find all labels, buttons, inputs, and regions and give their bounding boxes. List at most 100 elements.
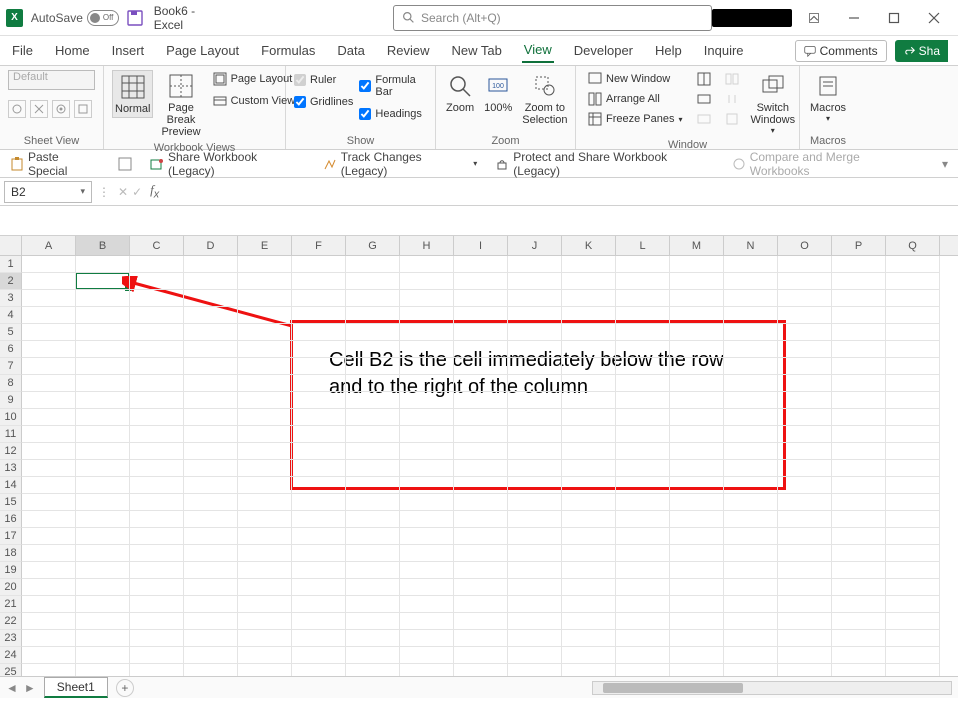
macros-button[interactable]: Macros▾ bbox=[808, 70, 848, 125]
sheet-view-select[interactable]: Default bbox=[8, 70, 95, 90]
row-header-23[interactable]: 23 bbox=[0, 630, 22, 647]
row-header-25[interactable]: 25 bbox=[0, 664, 22, 676]
sheet-view-exit-icon[interactable] bbox=[30, 100, 48, 118]
col-header-H[interactable]: H bbox=[400, 236, 454, 255]
unhide-button[interactable] bbox=[693, 110, 715, 128]
row-header-24[interactable]: 24 bbox=[0, 647, 22, 664]
close-button[interactable] bbox=[916, 4, 952, 32]
col-header-A[interactable]: A bbox=[22, 236, 76, 255]
paste-special-button[interactable]: Paste Special bbox=[10, 150, 100, 178]
col-header-B[interactable]: B bbox=[76, 236, 130, 255]
user-account[interactable] bbox=[712, 9, 792, 27]
minimize-button[interactable] bbox=[836, 4, 872, 32]
add-sheet-button[interactable]: + bbox=[116, 679, 134, 697]
col-header-G[interactable]: G bbox=[346, 236, 400, 255]
col-header-Q[interactable]: Q bbox=[886, 236, 940, 255]
search-input[interactable]: Search (Alt+Q) bbox=[393, 5, 712, 31]
scrollbar-thumb[interactable] bbox=[603, 683, 743, 693]
zoom-button[interactable]: Zoom bbox=[444, 70, 476, 116]
col-header-D[interactable]: D bbox=[184, 236, 238, 255]
row-header-7[interactable]: 7 bbox=[0, 358, 22, 375]
row-header-14[interactable]: 14 bbox=[0, 477, 22, 494]
menu-page-layout[interactable]: Page Layout bbox=[164, 39, 241, 62]
comments-button[interactable]: Comments bbox=[795, 40, 887, 62]
autosave-toggle[interactable]: Off bbox=[87, 10, 119, 26]
fx-icon[interactable]: fx bbox=[144, 182, 165, 201]
menu-new-tab[interactable]: New Tab bbox=[449, 39, 503, 62]
menu-view[interactable]: View bbox=[522, 38, 554, 63]
menu-review[interactable]: Review bbox=[385, 39, 432, 62]
row-header-5[interactable]: 5 bbox=[0, 324, 22, 341]
view-side-by-side-button[interactable] bbox=[721, 70, 743, 88]
row-header-1[interactable]: 1 bbox=[0, 256, 22, 273]
row-header-9[interactable]: 9 bbox=[0, 392, 22, 409]
menu-inquire[interactable]: Inquire bbox=[702, 39, 746, 62]
sheet-view-keep-icon[interactable] bbox=[8, 100, 26, 118]
menu-insert[interactable]: Insert bbox=[110, 39, 147, 62]
sheet-nav-next-icon[interactable]: ► bbox=[24, 681, 36, 695]
quickbar-overflow[interactable]: ▾ bbox=[942, 157, 948, 171]
row-header-21[interactable]: 21 bbox=[0, 596, 22, 613]
gridlines-checkbox[interactable]: Gridlines bbox=[294, 96, 353, 108]
worksheet-grid[interactable]: A B C D E F G H I J K L M N O P Q 1 2 3 … bbox=[0, 236, 958, 676]
ribbon-display-icon[interactable] bbox=[796, 4, 832, 32]
menu-formulas[interactable]: Formulas bbox=[259, 39, 317, 62]
switch-windows-button[interactable]: Switch Windows▾ bbox=[749, 70, 798, 137]
row-header-12[interactable]: 12 bbox=[0, 443, 22, 460]
col-header-E[interactable]: E bbox=[238, 236, 292, 255]
row-header-13[interactable]: 13 bbox=[0, 460, 22, 477]
new-window-button[interactable]: New Window bbox=[584, 70, 687, 88]
row-header-19[interactable]: 19 bbox=[0, 562, 22, 579]
col-header-P[interactable]: P bbox=[832, 236, 886, 255]
row-header-2[interactable]: 2 bbox=[0, 273, 22, 290]
freeze-panes-button[interactable]: Freeze Panes ▾ bbox=[584, 110, 687, 128]
sheet-tab-sheet1[interactable]: Sheet1 bbox=[44, 677, 108, 698]
formula-bar-checkbox[interactable]: Formula Bar bbox=[359, 74, 427, 98]
name-box[interactable]: B2▾ bbox=[4, 181, 92, 203]
protect-share-workbook-button[interactable]: Protect and Share Workbook (Legacy) bbox=[495, 150, 713, 178]
reset-window-button[interactable] bbox=[721, 110, 743, 128]
sheet-view-options-icon[interactable] bbox=[74, 100, 92, 118]
normal-view-button[interactable]: Normal bbox=[112, 70, 153, 118]
share-button[interactable]: Sha bbox=[895, 40, 948, 62]
col-header-N[interactable]: N bbox=[724, 236, 778, 255]
sync-scroll-button[interactable] bbox=[721, 90, 743, 108]
maximize-button[interactable] bbox=[876, 4, 912, 32]
row-header-11[interactable]: 11 bbox=[0, 426, 22, 443]
split-button[interactable] bbox=[693, 70, 715, 88]
share-workbook-legacy-button[interactable]: Share Workbook (Legacy) bbox=[150, 150, 305, 178]
menu-file[interactable]: File bbox=[10, 39, 35, 62]
select-all-corner[interactable] bbox=[0, 236, 22, 255]
ruler-checkbox[interactable]: Ruler bbox=[294, 74, 353, 86]
menu-data[interactable]: Data bbox=[335, 39, 366, 62]
sheet-view-new-icon[interactable] bbox=[52, 100, 70, 118]
zoom-to-selection-button[interactable]: Zoom to Selection bbox=[520, 70, 569, 128]
quickbar-icon-1[interactable] bbox=[118, 157, 132, 171]
cells-area[interactable]: Cell B2 is the cell immediately below th… bbox=[22, 256, 958, 676]
row-header-10[interactable]: 10 bbox=[0, 409, 22, 426]
row-header-6[interactable]: 6 bbox=[0, 341, 22, 358]
save-icon[interactable] bbox=[127, 9, 144, 27]
formula-input[interactable] bbox=[165, 181, 958, 203]
row-header-17[interactable]: 17 bbox=[0, 528, 22, 545]
col-header-L[interactable]: L bbox=[616, 236, 670, 255]
col-header-J[interactable]: J bbox=[508, 236, 562, 255]
row-header-22[interactable]: 22 bbox=[0, 613, 22, 630]
headings-checkbox[interactable]: Headings bbox=[359, 108, 427, 120]
page-break-preview-button[interactable]: Page Break Preview bbox=[159, 70, 202, 140]
col-header-K[interactable]: K bbox=[562, 236, 616, 255]
col-header-M[interactable]: M bbox=[670, 236, 724, 255]
row-header-15[interactable]: 15 bbox=[0, 494, 22, 511]
row-header-8[interactable]: 8 bbox=[0, 375, 22, 392]
col-header-C[interactable]: C bbox=[130, 236, 184, 255]
row-header-4[interactable]: 4 bbox=[0, 307, 22, 324]
menu-home[interactable]: Home bbox=[53, 39, 92, 62]
row-header-3[interactable]: 3 bbox=[0, 290, 22, 307]
track-changes-legacy-button[interactable]: Track Changes (Legacy) ▾ bbox=[323, 150, 478, 178]
col-header-F[interactable]: F bbox=[292, 236, 346, 255]
row-header-18[interactable]: 18 bbox=[0, 545, 22, 562]
formula-enter-icon[interactable]: ✓ bbox=[130, 185, 144, 199]
hide-button[interactable] bbox=[693, 90, 715, 108]
sheet-nav[interactable]: ◄ ► bbox=[6, 681, 36, 695]
row-header-20[interactable]: 20 bbox=[0, 579, 22, 596]
